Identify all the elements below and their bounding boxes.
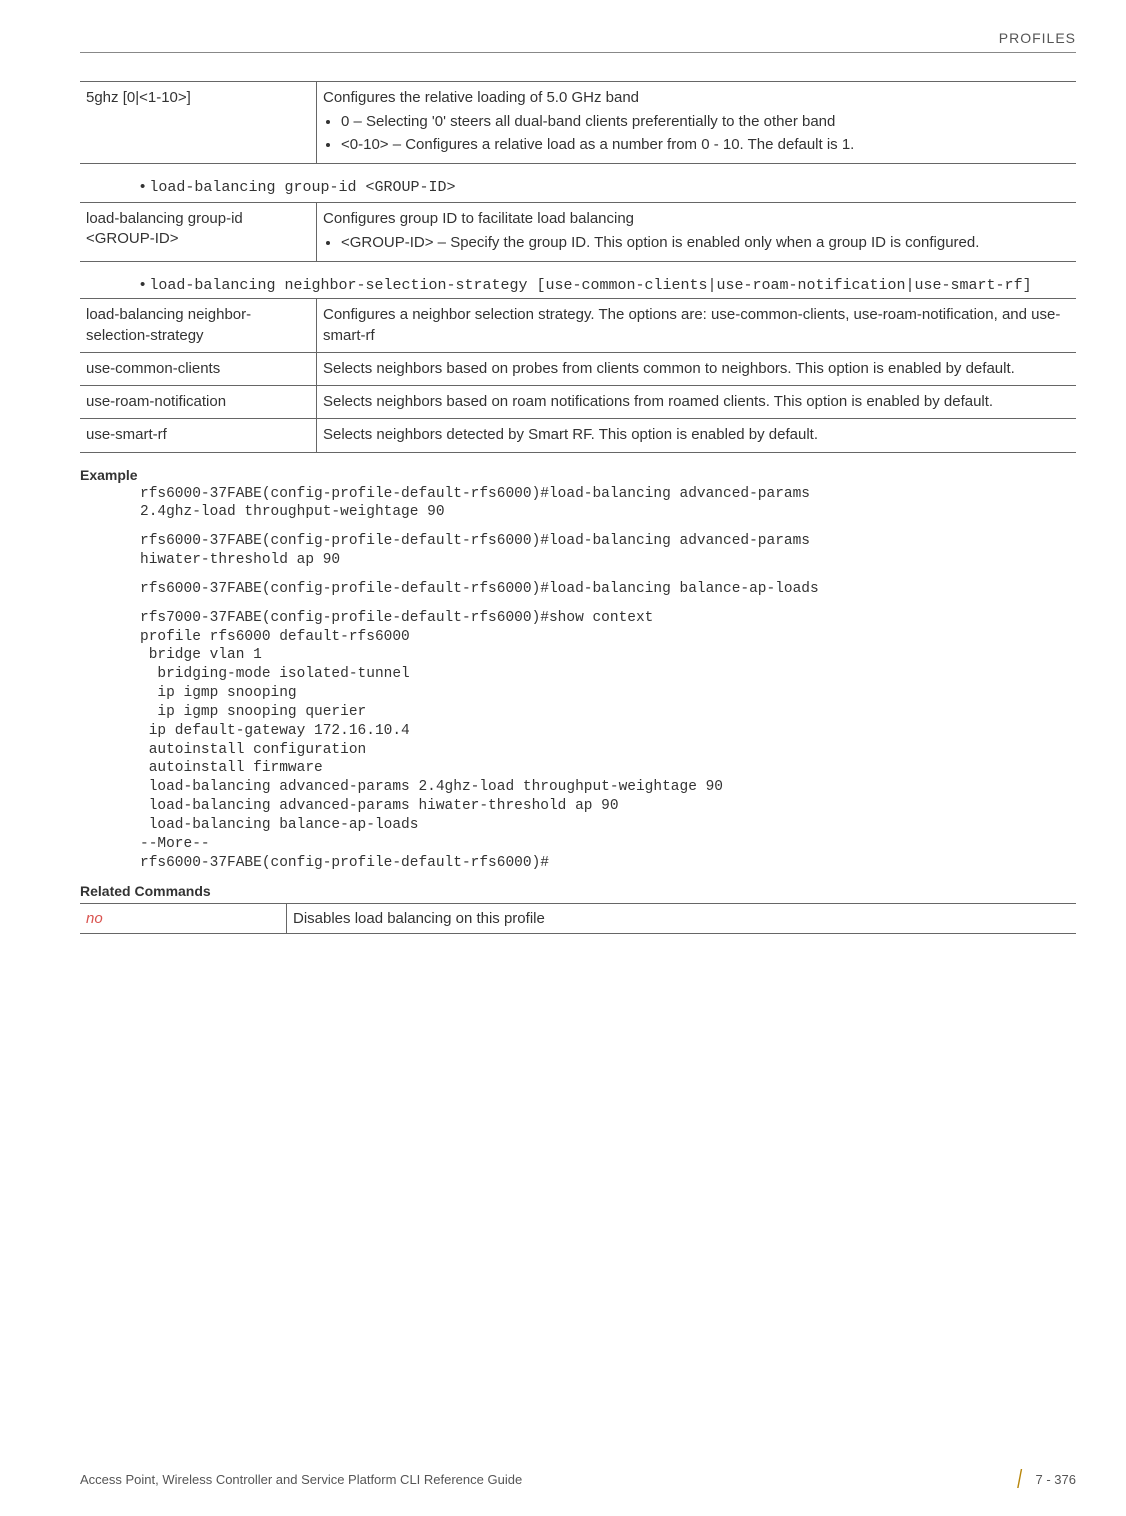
cell-param: use-roam-notification	[80, 386, 317, 419]
cell-param: 5ghz [0|<1-10>]	[80, 82, 317, 164]
command-text: load-balancing neighbor-selection-strate…	[149, 277, 1031, 294]
command-text: load-balancing group-id <GROUP-ID>	[149, 179, 455, 196]
command-bullet: • load-balancing group-id <GROUP-ID>	[140, 178, 1076, 196]
table-row: use-roam-notification Selects neighbors …	[80, 386, 1076, 419]
related-desc: Disables load balancing on this profile	[287, 903, 1077, 933]
table-row: no Disables load balancing on this profi…	[80, 903, 1076, 933]
cell-desc-line: Configures the relative loading of 5.0 G…	[323, 88, 1066, 108]
example-code-2: rfs6000-37FABE(config-profile-default-rf…	[140, 532, 1076, 570]
related-heading: Related Commands	[80, 883, 1076, 899]
page-number: 7 - 376	[1036, 1472, 1076, 1487]
table-row: use-common-clients Selects neighbors bas…	[80, 352, 1076, 385]
cell-desc: Configures group ID to facilitate load b…	[317, 202, 1077, 262]
table-neighbor-strategy: load-balancing neighbor-selection-strate…	[80, 298, 1076, 452]
table-group-id: load-balancing group-id <GROUP-ID> Confi…	[80, 202, 1076, 263]
table-row: load-balancing neighbor-selection-strate…	[80, 299, 1076, 353]
example-code-4b: load-balancing advanced-params 2.4ghz-lo…	[140, 778, 1076, 835]
cell-desc: Selects neighbors based on probes from c…	[317, 352, 1077, 385]
example-code-3: rfs6000-37FABE(config-profile-default-rf…	[140, 580, 1076, 599]
command-bullet: • load-balancing neighbor-selection-stra…	[140, 276, 1076, 294]
cell-desc-list: <GROUP-ID> – Specify the group ID. This …	[323, 233, 1066, 253]
list-item: <0-10> – Configures a relative load as a…	[341, 135, 1066, 155]
header-section: PROFILES	[80, 30, 1076, 46]
table-row: use-smart-rf Selects neighbors detected …	[80, 419, 1076, 452]
cell-desc-list: 0 – Selecting '0' steers all dual-band c…	[323, 112, 1066, 155]
cell-desc: Selects neighbors based on roam notifica…	[317, 386, 1077, 419]
cell-desc: Configures the relative loading of 5.0 G…	[317, 82, 1077, 164]
example-code-1: rfs6000-37FABE(config-profile-default-rf…	[140, 485, 1076, 523]
cell-desc-line: Configures group ID to facilitate load b…	[323, 209, 1066, 229]
cell-desc: Configures a neighbor selection strategy…	[317, 299, 1077, 353]
example-code-4c: --More-- rfs6000-37FABE(config-profile-d…	[140, 835, 1076, 873]
table-row: 5ghz [0|<1-10>] Configures the relative …	[80, 82, 1076, 164]
cell-desc: Selects neighbors detected by Smart RF. …	[317, 419, 1077, 452]
related-cmd: no	[80, 903, 287, 933]
list-item: <GROUP-ID> – Specify the group ID. This …	[341, 233, 1066, 253]
cell-param: load-balancing group-id <GROUP-ID>	[80, 202, 317, 262]
list-item: 0 – Selecting '0' steers all dual-band c…	[341, 112, 1066, 132]
header-rule	[80, 52, 1076, 53]
table-5ghz: 5ghz [0|<1-10>] Configures the relative …	[80, 81, 1076, 164]
footer-page-number: / 7 - 376	[1016, 1466, 1076, 1492]
page-footer: Access Point, Wireless Controller and Se…	[0, 1466, 1126, 1492]
example-heading: Example	[80, 467, 1076, 483]
cell-param: load-balancing neighbor-selection-strate…	[80, 299, 317, 353]
cell-param: use-common-clients	[80, 352, 317, 385]
cell-param: use-smart-rf	[80, 419, 317, 452]
footer-title: Access Point, Wireless Controller and Se…	[80, 1472, 522, 1487]
example-code-4a: rfs7000-37FABE(config-profile-default-rf…	[140, 609, 1076, 779]
table-related: no Disables load balancing on this profi…	[80, 903, 1076, 934]
table-row: load-balancing group-id <GROUP-ID> Confi…	[80, 202, 1076, 262]
slash-icon: /	[1017, 1466, 1022, 1492]
